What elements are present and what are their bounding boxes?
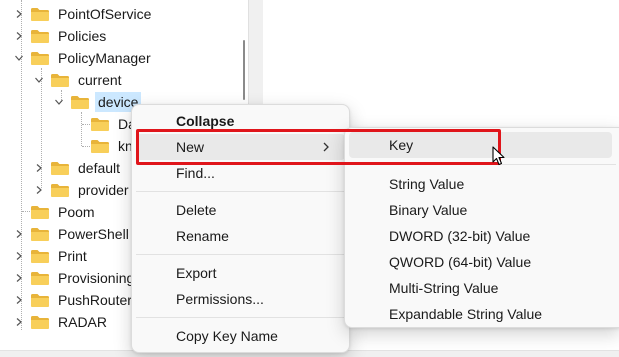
tree-item-device[interactable]: device bbox=[52, 91, 142, 113]
mouse-pointer-icon bbox=[492, 146, 505, 166]
submenu-item-label: QWORD (64-bit) Value bbox=[389, 254, 532, 270]
folder-icon bbox=[30, 226, 50, 242]
folder-icon bbox=[50, 182, 70, 198]
chevron-right-icon[interactable] bbox=[12, 271, 26, 285]
tree-item-label: Poom bbox=[58, 204, 95, 220]
chevron-right-icon[interactable] bbox=[12, 29, 26, 43]
tree-item-label: provider bbox=[78, 182, 129, 198]
menu-separator bbox=[136, 317, 345, 318]
tree-item-label: PolicyManager bbox=[58, 50, 151, 66]
tree-item-policies[interactable]: Policies bbox=[12, 25, 109, 47]
tree-item-current[interactable]: current bbox=[32, 69, 125, 91]
submenu-item-expandable-string-value[interactable]: Expandable String Value bbox=[349, 301, 612, 327]
menu-item-find[interactable]: Find... bbox=[136, 160, 345, 186]
folder-icon bbox=[30, 204, 50, 220]
submenu-item-qword-value[interactable]: QWORD (64-bit) Value bbox=[349, 249, 612, 275]
submenu-item-label: DWORD (32-bit) Value bbox=[389, 228, 531, 244]
tree-item-print[interactable]: Print bbox=[12, 245, 90, 267]
context-menu: Collapse New Find... Delete Rename Expor… bbox=[131, 104, 350, 353]
chevron-right-icon[interactable] bbox=[12, 7, 26, 21]
tree-item-label: current bbox=[78, 72, 122, 88]
menu-item-export[interactable]: Export bbox=[136, 260, 345, 286]
tree-item-default[interactable]: default bbox=[32, 157, 123, 179]
submenu-item-label: Multi-String Value bbox=[389, 280, 499, 296]
chevron-right-icon[interactable] bbox=[12, 293, 26, 307]
chevron-down-icon[interactable] bbox=[12, 51, 26, 65]
menu-item-copy-key-name[interactable]: Copy Key Name bbox=[136, 323, 345, 349]
new-submenu: Key String Value Binary Value DWORD (32-… bbox=[344, 127, 619, 328]
tree-item-provisioning[interactable]: Provisioning bbox=[12, 267, 137, 289]
tree-item-label: PointOfService bbox=[58, 6, 152, 22]
chevron-right-icon[interactable] bbox=[12, 249, 26, 263]
menu-separator bbox=[136, 191, 345, 192]
chevron-right-icon[interactable] bbox=[12, 227, 26, 241]
submenu-item-label: Key bbox=[389, 137, 414, 153]
tree-connector-line bbox=[82, 146, 90, 147]
tree-item-label: RADAR bbox=[58, 314, 108, 330]
tree-connector-line bbox=[81, 112, 82, 146]
menu-item-label: Permissions... bbox=[176, 291, 264, 307]
chevron-down-icon[interactable] bbox=[32, 73, 46, 87]
chevron-down-icon[interactable] bbox=[52, 95, 66, 109]
menu-separator bbox=[136, 254, 345, 255]
submenu-item-label: String Value bbox=[389, 176, 465, 192]
scrollbar-thumb[interactable] bbox=[243, 40, 245, 100]
menu-item-label: Collapse bbox=[176, 113, 235, 129]
folder-icon bbox=[30, 248, 50, 264]
tree-item-policymanager[interactable]: PolicyManager bbox=[12, 47, 154, 69]
folder-icon bbox=[30, 6, 50, 22]
tree-item-poom[interactable]: Poom bbox=[30, 201, 98, 223]
menu-item-label: Rename bbox=[176, 228, 229, 244]
menu-item-label: Find... bbox=[176, 165, 215, 181]
menu-item-new[interactable]: New bbox=[136, 134, 345, 160]
menu-item-rename[interactable]: Rename bbox=[136, 223, 345, 249]
submenu-item-binary-value[interactable]: Binary Value bbox=[349, 197, 612, 223]
tree-item-provider[interactable]: provider bbox=[32, 179, 132, 201]
submenu-item-string-value[interactable]: String Value bbox=[349, 171, 612, 197]
submenu-item-multi-string-value[interactable]: Multi-String Value bbox=[349, 275, 612, 301]
tree-item-kn[interactable]: kn bbox=[90, 135, 136, 157]
folder-icon bbox=[50, 72, 70, 88]
chevron-right-icon bbox=[323, 142, 329, 152]
tree-item-label: PushRouter bbox=[58, 292, 132, 308]
menu-item-label: Export bbox=[176, 265, 217, 281]
chevron-right-icon[interactable] bbox=[32, 161, 46, 175]
submenu-item-dword-value[interactable]: DWORD (32-bit) Value bbox=[349, 223, 612, 249]
menu-separator bbox=[349, 164, 616, 165]
submenu-item-label: Binary Value bbox=[389, 202, 468, 218]
folder-icon bbox=[90, 116, 110, 132]
tree-item-radar[interactable]: RADAR bbox=[12, 311, 110, 333]
tree-item-label: default bbox=[78, 160, 121, 176]
tree-connector-line bbox=[22, 211, 30, 212]
folder-icon bbox=[30, 270, 50, 286]
menu-item-collapse[interactable]: Collapse bbox=[136, 108, 345, 134]
folder-icon bbox=[30, 28, 50, 44]
folder-icon bbox=[30, 50, 50, 66]
menu-item-label: Copy Key Name bbox=[176, 328, 278, 344]
folder-icon bbox=[30, 314, 50, 330]
tree-item-powershell[interactable]: PowerShell bbox=[12, 223, 132, 245]
folder-icon bbox=[30, 292, 50, 308]
chevron-right-icon[interactable] bbox=[12, 315, 26, 329]
menu-item-label: New bbox=[176, 139, 205, 155]
folder-icon bbox=[50, 160, 70, 176]
tree-connector-line bbox=[82, 124, 90, 125]
folder-icon bbox=[90, 138, 110, 154]
tree-item-pointofservice[interactable]: PointOfService bbox=[12, 3, 154, 25]
tree-item-label: Print bbox=[58, 248, 87, 264]
submenu-item-label: Expandable String Value bbox=[389, 306, 543, 322]
tree-item-label: Policies bbox=[58, 28, 107, 44]
menu-item-label: Delete bbox=[176, 202, 217, 218]
menu-item-delete[interactable]: Delete bbox=[136, 197, 345, 223]
tree-item-label: PowerShell bbox=[58, 226, 129, 242]
tree-item-pushrouter[interactable]: PushRouter bbox=[12, 289, 135, 311]
chevron-right-icon[interactable] bbox=[32, 183, 46, 197]
menu-item-permissions[interactable]: Permissions... bbox=[136, 286, 345, 312]
folder-icon bbox=[70, 94, 90, 110]
tree-item-label: Provisioning bbox=[58, 270, 135, 286]
submenu-item-key[interactable]: Key bbox=[349, 132, 612, 158]
